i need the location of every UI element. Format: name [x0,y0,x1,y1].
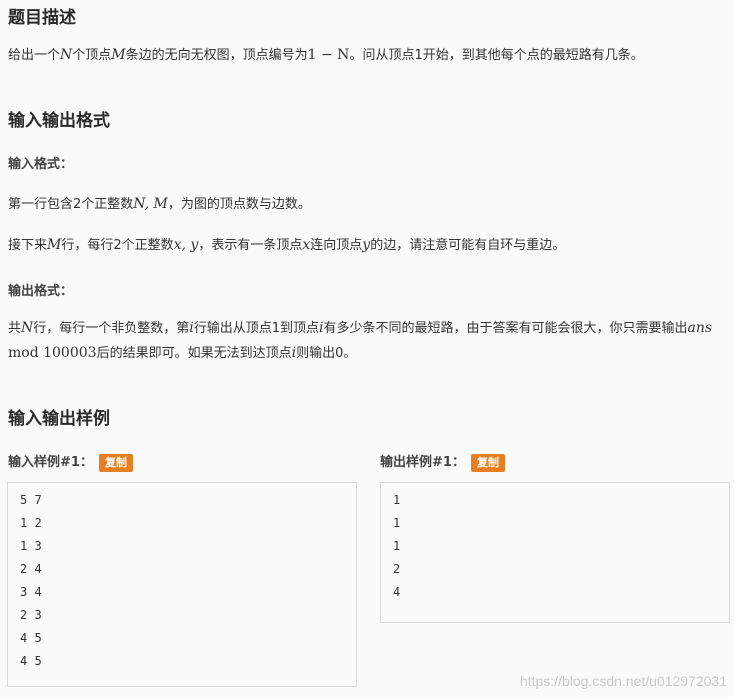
output-sample-label: 输出样例#1： [380,455,465,470]
input-line: 1 2 [20,516,42,530]
input-line: 4 5 [20,631,42,645]
input-line: 4 5 [20,654,42,668]
input-format-line2: 接下来M行，每行2个正整数x, y，表示有一条顶点x连向顶点y的边，请注意可能有… [8,237,566,253]
input-sample-box[interactable]: 5 7 1 2 1 3 2 4 3 4 2 3 4 5 4 5 [7,482,357,687]
input-sample-label: 输入样例#1： [8,455,93,470]
section-title-io-format: 输入输出格式 [8,111,110,131]
output-line: 1 [393,516,401,530]
copy-input-button[interactable]: 复制 [98,453,133,472]
section-title-samples: 输入输出样例 [8,409,110,429]
section-title-description: 题目描述 [8,8,76,28]
output-line: 1 [393,539,401,553]
output-format-label: 输出格式： [8,284,74,299]
problem-description: 给出一个N个顶点M条边的无向无权图，顶点编号为1 − N。问从顶点1开始，到其他… [8,47,644,63]
output-format-text: 共N行，每行一个非负整数，第i行输出从顶点1到顶点i有多少条不同的最短路，由于答… [8,320,713,361]
input-line: 2 3 [20,608,42,622]
copy-output-button[interactable]: 复制 [470,453,505,472]
output-sample-box[interactable]: 1 1 1 2 4 [380,482,730,623]
output-line: 4 [393,585,401,599]
watermark: https://blog.csdn.net/u012972031 [519,673,727,689]
input-line: 2 4 [20,562,42,576]
input-sample-header: 输入样例#1： 复制 [8,451,133,472]
input-line: 1 3 [20,539,42,553]
output-line: 1 [393,493,401,507]
input-format-line1: 第一行包含2个正整数N, M，为图的顶点数与边数。 [8,196,311,212]
output-sample-header: 输出样例#1： 复制 [380,451,505,472]
output-line: 2 [393,562,401,576]
input-line: 3 4 [20,585,42,599]
input-format-label: 输入格式： [8,157,74,172]
input-line: 5 7 [20,493,42,507]
